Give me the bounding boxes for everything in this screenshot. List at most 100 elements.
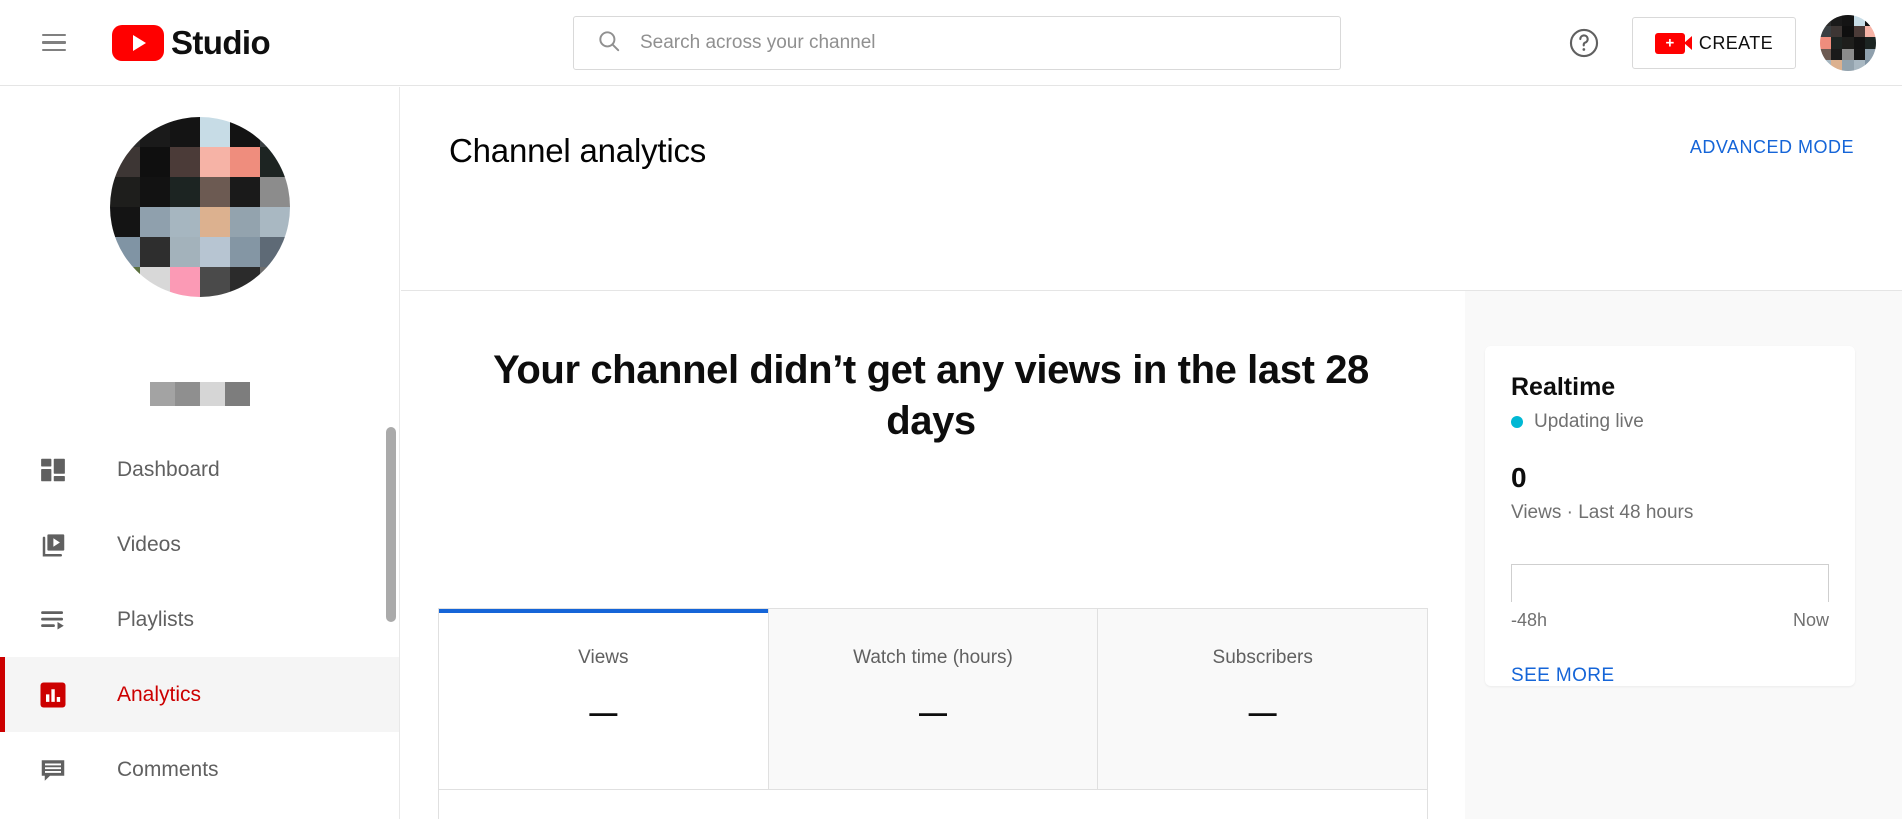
realtime-panel: Realtime Updating live 0 Views · Last 48… [1465,290,1902,819]
pixel-block [109,207,140,237]
realtime-count-caption: Views · Last 48 hours [1511,502,1694,523]
pixel-block [259,117,290,147]
pixel-block [1820,15,1832,27]
sidebar-item-label: Dashboard [117,457,220,481]
main-content: Channel analytics ADVANCED MODE Jul 15 –… [401,87,1902,819]
brand-label: Studio [171,23,271,61]
help-circle-icon[interactable] [1560,19,1608,67]
sidebar-item-dashboard[interactable]: Dashboard [0,432,399,507]
pixel-block [1831,48,1843,60]
channel-avatar[interactable] [109,117,290,297]
analytics-bar-chart-icon [37,679,69,711]
pixel-block [1842,59,1854,71]
hamburger-icon[interactable] [32,21,76,65]
search-box[interactable] [573,16,1341,70]
sidebar-item-analytics[interactable]: Analytics [0,657,399,732]
pixel-block [259,267,290,297]
studio-logo-link[interactable]: Studio [112,23,271,62]
pixel-block [109,237,140,267]
sidebar-scrollbar-thumb[interactable] [386,427,396,622]
pixel-block [139,267,170,297]
pixel-block [139,177,170,207]
pixel-block [1820,48,1832,60]
playlists-icon [37,604,69,636]
pixel-block [229,147,260,177]
sidebar-item-label: Playlists [117,607,195,631]
sidebar-item-videos[interactable]: Videos [0,507,399,582]
metric-card-views[interactable]: Views — [439,609,769,789]
pixel-block [199,267,230,297]
youtube-logo-icon [112,24,164,61]
pixel-block [1864,48,1876,60]
pixel-block [1864,26,1876,38]
metric-card-value: — [1248,697,1277,728]
pixel-block [1853,48,1865,60]
avatar-pixels [109,117,290,297]
pixel-block [1831,59,1843,71]
pixel-block [169,117,200,147]
live-dot-icon [1511,416,1523,428]
tabs-bottom-border [401,290,1902,291]
pixel-block [1842,15,1854,27]
avatar-pixels [1820,15,1876,71]
metric-card-label: Subscribers [1212,647,1313,668]
pixel-block [199,382,225,406]
advanced-mode-link[interactable]: ADVANCED MODE [1690,137,1854,158]
pixel-block [259,147,290,177]
realtime-live-label: Updating live [1534,411,1644,432]
pixel-block [199,237,230,267]
pixel-block [169,237,200,267]
realtime-title: Realtime [1511,373,1616,401]
top-app-bar: Studio + CREATE [0,0,1902,86]
pixel-block [229,177,260,207]
sidebar-nav: Dashboard Videos Playlists Analytics Com… [0,432,399,819]
pixel-block [229,237,260,267]
pixel-block [109,117,140,147]
metric-card-group: Views — Watch time (hours) — Subscribers… [438,608,1428,790]
channel-name [149,382,250,406]
pixel-block [1864,59,1876,71]
pixel-block [224,382,250,406]
realtime-live-status: Updating live [1511,411,1829,433]
metric-card-watch-time[interactable]: Watch time (hours) — [769,609,1099,789]
create-button-label: CREATE [1698,32,1773,53]
pixel-block [1853,15,1865,27]
pixel-block [139,237,170,267]
sidebar-item-playlists[interactable]: Playlists [0,582,399,657]
pixel-block [259,177,290,207]
pixel-block [199,147,230,177]
page-title: Channel analytics [449,132,707,169]
pixel-block [169,207,200,237]
pixel-block [199,207,230,237]
pixel-block [149,382,175,406]
realtime-card: Realtime Updating live 0 Views · Last 48… [1485,346,1855,686]
realtime-count: 0 [1511,462,1527,493]
pixel-block [259,237,290,267]
pixel-block [229,267,260,297]
pixel-block [169,177,200,207]
axis-end-label: Now [1792,610,1829,630]
metric-card-subscribers[interactable]: Subscribers — [1098,609,1427,789]
create-button[interactable]: + CREATE [1631,17,1796,69]
plus-glyph: + [1665,34,1675,52]
pixel-block [199,117,230,147]
hamburger-bar [42,33,66,37]
pixel-block [229,207,260,237]
pixel-block [229,117,260,147]
pixel-block [1820,59,1832,71]
metric-card-label: Watch time (hours) [853,647,1013,668]
comments-icon [37,754,69,786]
pixel-block [139,207,170,237]
pixel-block [109,267,140,297]
pixel-block [1853,59,1865,71]
sidebar-item-comments[interactable]: Comments [0,732,399,807]
pixel-block [1842,26,1854,38]
hamburger-bar [42,48,66,52]
see-more-link[interactable]: SEE MORE [1511,665,1829,687]
top-bar-actions: + CREATE [1560,0,1876,86]
videos-icon [37,529,69,561]
account-avatar[interactable] [1820,15,1876,71]
search-input[interactable] [622,17,1340,69]
pixel-block [1853,26,1865,38]
axis-start-label: -48h [1511,610,1548,630]
